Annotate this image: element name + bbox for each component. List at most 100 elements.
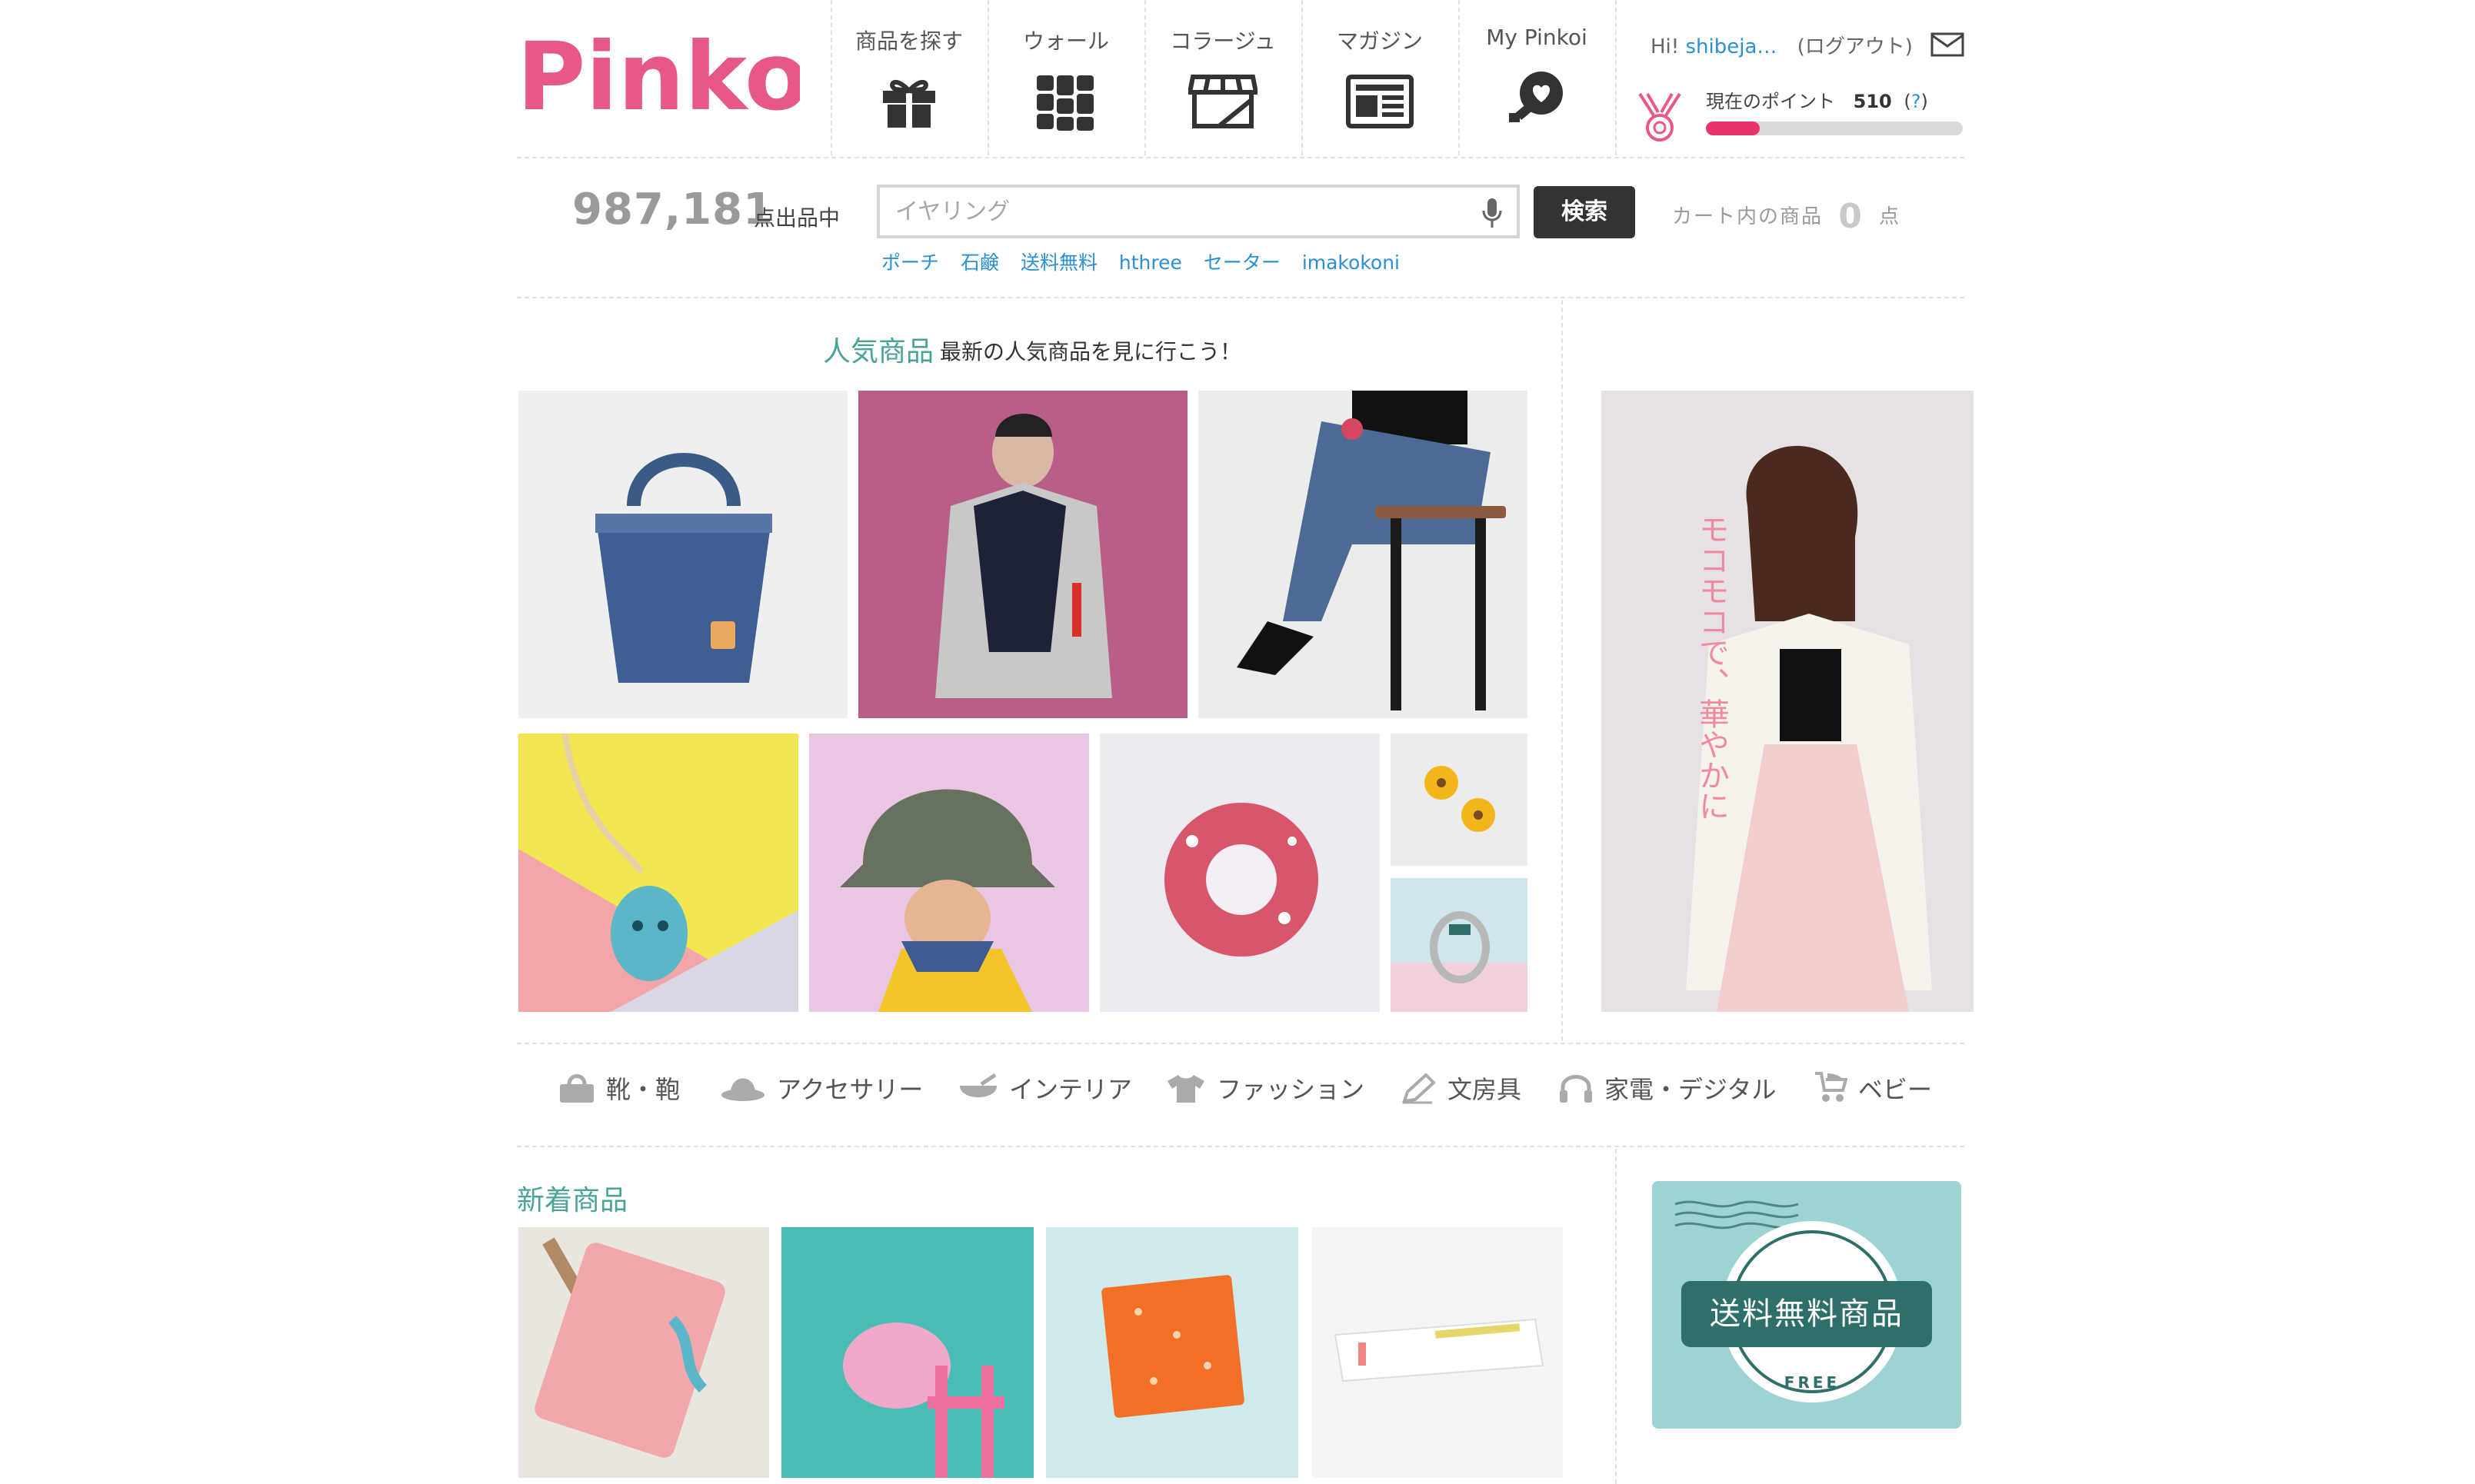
cart-count: 0 — [1838, 197, 1864, 236]
user-greeting: Hi! shibeja… (ログアウト) — [1651, 31, 1913, 59]
search-input[interactable] — [894, 188, 1466, 235]
pinkoi-logo[interactable]: Pinkoi — [517, 22, 841, 131]
nav-wall[interactable]: ウォール — [989, 0, 1143, 155]
stroller-icon — [1815, 1072, 1848, 1102]
search-tag[interactable]: hthree — [1119, 251, 1182, 274]
category-accessories[interactable]: アクセサリー — [720, 1070, 923, 1116]
popular-item-doll-necklace[interactable] — [518, 734, 798, 1012]
free-shipping-label: 送料無料商品 — [1710, 1296, 1904, 1332]
points-label: 現在のポイント — [1706, 91, 1835, 112]
points-value: 510 — [1853, 91, 1892, 112]
popular-item-embroidered-jeans[interactable] — [1198, 391, 1527, 718]
popular-item-denim-bag[interactable] — [518, 391, 848, 718]
popular-item-scrunchie[interactable] — [1100, 734, 1380, 1012]
listing-count: 987,181 — [572, 185, 774, 235]
product-image — [1164, 803, 1318, 957]
product-image — [840, 789, 1055, 1012]
points-progress-bar — [1706, 121, 1963, 135]
product-image — [518, 734, 798, 1012]
points-help-open: ( — [1904, 91, 1911, 112]
points-help-link[interactable]: ? — [1911, 91, 1921, 112]
cart-label: カート内の商品 — [1672, 205, 1824, 228]
nav-my-pinkoi-label: My Pinkoi — [1486, 25, 1587, 50]
product-image — [535, 1237, 725, 1458]
microphone-icon[interactable] — [1481, 197, 1503, 229]
gift-icon — [883, 80, 935, 128]
category-shoes-bags[interactable]: 靴・鞄 — [558, 1070, 680, 1116]
bowl-icon — [960, 1073, 997, 1097]
nav-collage[interactable]: コラージュ — [1146, 0, 1300, 155]
headphones-icon — [1560, 1075, 1592, 1103]
nav-my-pinkoi[interactable]: My Pinkoi — [1460, 0, 1614, 155]
greeting-text: Hi! — [1651, 35, 1680, 58]
hat-icon — [721, 1078, 764, 1101]
listing-count-label: 点出品中 — [754, 205, 841, 231]
points-help-close: ) — [1920, 91, 1928, 112]
shirt-icon — [1168, 1075, 1204, 1103]
search-tag[interactable]: 石鹸 — [961, 251, 999, 274]
popular-section-title: 人気商品 — [823, 336, 934, 368]
product-image — [1334, 1318, 1544, 1383]
popular-item-bomber-jacket[interactable] — [858, 391, 1188, 718]
store-icon — [1188, 75, 1257, 128]
cart-summary[interactable]: カート内の商品 0 点 — [1672, 197, 1900, 236]
logo-text: Pinkoi — [517, 23, 800, 131]
category-label: 文房具 — [1447, 1075, 1522, 1104]
search-button[interactable]: 検索 — [1534, 186, 1635, 238]
product-image — [843, 1323, 1004, 1478]
promo-banner-fur-coat[interactable]: モコモコで、華やかに — [1601, 391, 1974, 1012]
product-image — [1424, 766, 1495, 832]
product-image — [935, 414, 1112, 698]
new-item-pink-wallet[interactable] — [518, 1227, 769, 1478]
product-image — [1391, 911, 1527, 1012]
category-stationery[interactable]: 文房具 — [1401, 1070, 1521, 1116]
free-stamp-text: FREE — [1784, 1373, 1840, 1392]
nav-browse-label: 商品を探す — [854, 28, 963, 54]
nav-magazine-label: マガジン — [1336, 28, 1423, 54]
newspaper-icon — [1346, 75, 1414, 128]
product-image — [1237, 391, 1506, 710]
banner-image — [1686, 445, 1932, 1012]
category-interior[interactable]: インテリア — [958, 1070, 1132, 1116]
category-baby[interactable]: ベビー — [1812, 1070, 1932, 1116]
mail-icon[interactable] — [1930, 32, 1964, 57]
search-box — [877, 185, 1520, 238]
username-link[interactable]: shibeja… — [1685, 35, 1777, 58]
search-tag[interactable]: imakokoni — [1302, 251, 1400, 274]
nav-collage-label: コラージュ — [1170, 28, 1276, 54]
banner-caption: モコモコで、華やかに — [1694, 514, 1729, 821]
bag-icon — [560, 1074, 594, 1103]
category-fashion[interactable]: ファッション — [1166, 1070, 1364, 1116]
popular-item-bucket-hat[interactable] — [809, 734, 1089, 1012]
search-tag[interactable]: セーター — [1204, 251, 1281, 274]
grid-icon — [1037, 75, 1094, 131]
product-image — [1101, 1275, 1244, 1418]
category-label: ベビー — [1858, 1075, 1933, 1104]
popular-section-subtitle[interactable]: 最新の人気商品を見に行こう！ — [940, 335, 1241, 366]
points-progress-fill — [1706, 121, 1760, 135]
category-label: インテリア — [1009, 1075, 1133, 1104]
free-shipping-banner[interactable]: 送料無料商品 FREE — [1652, 1181, 1961, 1429]
new-item-fur-pouch[interactable] — [781, 1227, 1034, 1478]
popular-item-flower-earrings[interactable] — [1391, 734, 1527, 866]
new-item-handkerchief[interactable] — [1046, 1227, 1298, 1478]
popular-item-ring[interactable] — [1391, 878, 1527, 1012]
new-item-pen-case[interactable] — [1312, 1227, 1563, 1478]
cart-unit: 点 — [1879, 205, 1901, 228]
search-tag-list: ポーチ 石鹸 送料無料 hthree セーター imakokoni — [881, 248, 1415, 275]
category-label: 家電・デジタル — [1604, 1075, 1777, 1104]
nav-browse[interactable]: 商品を探す — [832, 0, 986, 155]
new-items-title: 新着商品 — [517, 1185, 628, 1216]
medal-icon — [1637, 92, 1683, 143]
category-label: ファッション — [1217, 1075, 1365, 1104]
category-label: アクセサリー — [777, 1075, 924, 1104]
search-tag[interactable]: 送料無料 — [1021, 251, 1098, 274]
search-tag[interactable]: ポーチ — [881, 251, 939, 274]
category-label: 靴・鞄 — [606, 1075, 681, 1104]
logout-link[interactable]: (ログアウト) — [1797, 35, 1913, 58]
product-image — [595, 453, 772, 683]
nav-magazine[interactable]: マガジン — [1303, 0, 1457, 155]
category-electronics[interactable]: 家電・デジタル — [1558, 1070, 1776, 1116]
pencil-icon — [1402, 1073, 1436, 1104]
points-info: 現在のポイント 510 (?) — [1706, 86, 1928, 113]
